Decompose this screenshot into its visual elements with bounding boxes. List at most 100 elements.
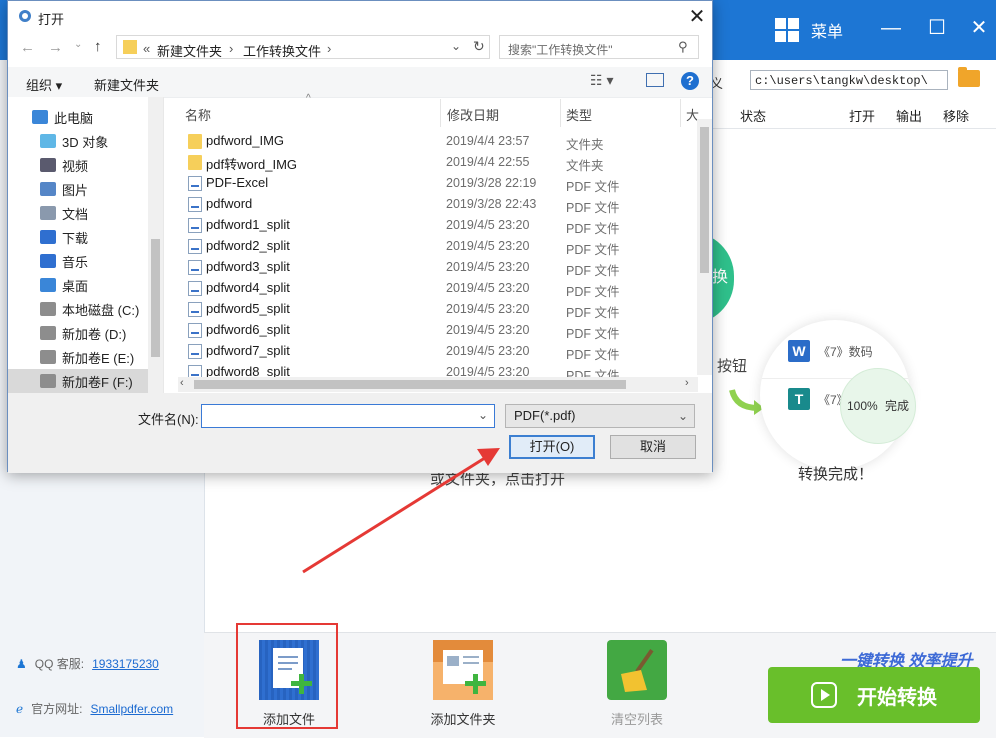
pdf-file-icon — [188, 260, 202, 275]
breadcrumb-overflow[interactable]: « — [143, 41, 150, 56]
scroll-left-icon[interactable]: ‹ — [180, 377, 184, 389]
clear-list-button[interactable]: 清空列表 — [592, 640, 682, 728]
filename-input[interactable]: ⌄ — [201, 404, 495, 428]
site-link[interactable]: Smallpdfer.com — [90, 702, 173, 716]
tree-item[interactable]: 本地磁盘 (C:) — [8, 297, 148, 321]
file-row[interactable]: pdfword_IMG 2019/4/4 23:57 文件夹 — [184, 131, 704, 152]
hint-text: 按钮 — [717, 358, 748, 375]
tree-item[interactable]: 音乐 — [8, 249, 148, 273]
highlight-annotation — [236, 623, 338, 729]
scroll-right-icon[interactable]: › — [685, 377, 689, 389]
file-type: PDF 文件 — [566, 369, 620, 377]
file-row[interactable]: PDF-Excel 2019/3/28 22:19 PDF 文件 — [184, 173, 704, 194]
search-icon[interactable]: ⚲ — [678, 39, 688, 55]
pdf-file-icon — [188, 281, 202, 296]
up-icon[interactable]: ↑ — [94, 38, 102, 55]
file-name: pdfword6_split — [206, 322, 290, 337]
file-type: PDF 文件 — [566, 222, 620, 236]
filetype-select[interactable]: PDF(*.pdf) ⌄ — [505, 404, 695, 428]
tree-item-label: 桌面 — [62, 278, 89, 294]
open-file-dialog: 打开 ✕ ← → ⌄ ↑ « 新建文件夹 › 工作转换文件 › ⌄ ↻ 搜索"工… — [7, 0, 713, 473]
computer-icon — [32, 110, 48, 124]
tree-item[interactable]: 图片 — [8, 177, 148, 201]
filename-dropdown-icon[interactable]: ⌄ — [478, 408, 488, 422]
dialog-close-button[interactable]: ✕ — [684, 4, 710, 30]
tree-item[interactable]: 新加卷F (F:) — [8, 369, 148, 393]
add-folder-button[interactable]: 添加文件夹 — [418, 640, 508, 728]
address-bar[interactable]: « 新建文件夹 › 工作转换文件 › ⌄ ↻ — [116, 35, 490, 59]
output-path-field[interactable]: c:\users\tangkw\desktop\ — [750, 70, 948, 90]
file-list-vscroll-thumb[interactable] — [700, 127, 709, 273]
add-folder-label: 添加文件夹 — [430, 712, 496, 727]
back-icon[interactable]: ← — [20, 39, 35, 56]
tree-item[interactable]: 新加卷 (D:) — [8, 321, 148, 345]
file-row[interactable]: pdfword7_split 2019/4/5 23:20 PDF 文件 — [184, 341, 704, 362]
breadcrumb-work-files[interactable]: 工作转换文件 — [243, 41, 321, 60]
help-icon[interactable]: ? — [681, 72, 699, 90]
maximize-button[interactable]: ☐ — [922, 14, 952, 44]
column-remove: 移除 — [943, 109, 970, 124]
pdf-file-icon — [188, 218, 202, 233]
tree-item[interactable]: 此电脑 — [8, 105, 148, 129]
tree-item[interactable]: 新加卷E (E:) — [8, 345, 148, 369]
navigation-tree: 此电脑 3D 对象 视频 图片 文档 下载 音乐 桌面 本地磁盘 (C:) 新加卷 (D:) 新加卷… — [8, 97, 164, 393]
preview-pane-icon[interactable] — [646, 73, 664, 87]
file-row[interactable]: pdfword2_split 2019/4/5 23:20 PDF 文件 — [184, 236, 704, 257]
cancel-button[interactable]: 取消 — [610, 435, 696, 459]
desktop-icon — [40, 278, 56, 292]
qq-label: QQ 客服: — [34, 657, 85, 671]
tree-item[interactable]: 下载 — [8, 225, 148, 249]
minimize-button[interactable]: — — [876, 14, 906, 44]
tree-item[interactable]: 桌面 — [8, 273, 148, 297]
file-row[interactable]: pdfword1_split 2019/4/5 23:20 PDF 文件 — [184, 215, 704, 236]
file-date: 2019/4/5 23:20 — [446, 344, 530, 358]
file-date: 2019/4/4 22:55 — [446, 155, 530, 169]
breadcrumb-new-folder[interactable]: 新建文件夹 — [157, 41, 222, 60]
site-contact: ℯ 官方网址: Smallpdfer.com — [16, 700, 173, 717]
drive-icon — [40, 326, 56, 340]
forward-icon[interactable]: → — [48, 39, 63, 56]
tree-item[interactable]: 文档 — [8, 201, 148, 225]
browse-folder-icon[interactable] — [958, 67, 980, 87]
open-button[interactable]: 打开(O) — [509, 435, 595, 459]
tree-item-label: 3D 对象 — [62, 134, 109, 150]
file-row[interactable]: pdfword8_split 2019/4/5 23:20 PDF 文件 — [184, 362, 704, 377]
file-name: pdfword3_split — [206, 259, 290, 274]
organize-button[interactable]: 组织 ▾ — [26, 75, 62, 94]
qq-link[interactable]: 1933175230 — [92, 657, 159, 671]
file-type: 文件夹 — [566, 159, 604, 173]
file-name: pdfword1_split — [206, 217, 290, 232]
filetype-value: PDF(*.pdf) — [514, 408, 576, 423]
clear-list-label: 清空列表 — [610, 712, 663, 727]
breadcrumb-separator: › — [229, 41, 234, 56]
document-icon — [40, 206, 56, 220]
file-row[interactable]: pdf转word_IMG 2019/4/4 22:55 文件夹 — [184, 152, 704, 173]
search-box[interactable]: 搜索"工作转换文件" ⚲ — [499, 35, 699, 59]
file-type: PDF 文件 — [566, 201, 620, 215]
tree-item[interactable]: 3D 对象 — [8, 129, 148, 153]
tree-item[interactable]: 视频 — [8, 153, 148, 177]
menu-button[interactable]: 菜单 — [775, 16, 843, 44]
address-dropdown-icon[interactable]: ⌄ — [451, 39, 461, 53]
video-icon — [40, 158, 56, 172]
refresh-icon[interactable]: ↻ — [473, 38, 485, 55]
close-app-button[interactable]: ✕ — [964, 14, 994, 44]
cube-icon — [40, 134, 56, 148]
recent-dropdown-icon[interactable]: ⌄ — [74, 39, 82, 50]
new-folder-button[interactable]: 新建文件夹 — [94, 75, 159, 94]
file-type: PDF 文件 — [566, 327, 620, 341]
demo-row-word: W 《7》数码 — [760, 332, 910, 372]
file-row[interactable]: pdfword6_split 2019/4/5 23:20 PDF 文件 — [184, 320, 704, 341]
tree-item-label: 视频 — [62, 158, 89, 174]
file-row[interactable]: pdfword4_split 2019/4/5 23:20 PDF 文件 — [184, 278, 704, 299]
tree-scroll-thumb[interactable] — [151, 239, 160, 357]
view-options-icon[interactable]: ☷ ▾ — [590, 72, 613, 89]
play-icon — [811, 682, 837, 708]
start-convert-button[interactable]: 开始转换 — [768, 667, 980, 723]
music-icon — [40, 254, 56, 268]
file-row[interactable]: pdfword 2019/3/28 22:43 PDF 文件 — [184, 194, 704, 215]
file-list-hscroll-thumb[interactable] — [194, 380, 626, 389]
file-row[interactable]: pdfword5_split 2019/4/5 23:20 PDF 文件 — [184, 299, 704, 320]
file-row[interactable]: pdfword3_split 2019/4/5 23:20 PDF 文件 — [184, 257, 704, 278]
file-type: PDF 文件 — [566, 285, 620, 299]
